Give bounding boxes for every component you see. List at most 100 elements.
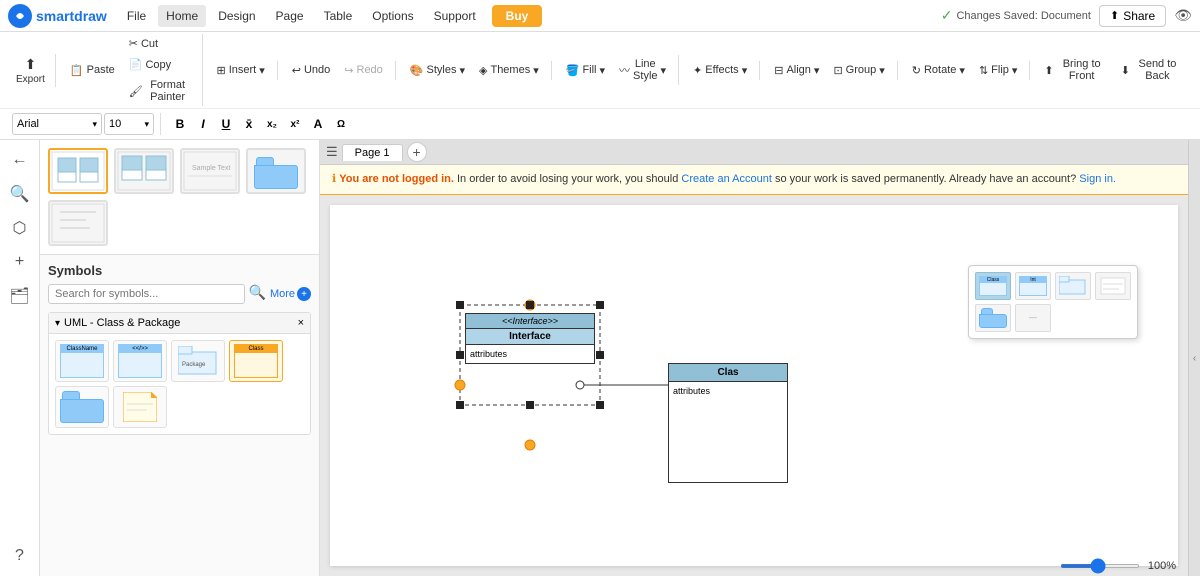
add-button[interactable]: + [4,246,36,278]
redo-icon: ↪ [344,64,353,77]
popup-item-6[interactable]: — [1015,304,1051,332]
thumbnail-5[interactable] [48,200,108,246]
rotate-button[interactable]: ↻ Rotate▾ [906,61,971,80]
bring-to-front-icon: ⬆ [1044,64,1053,77]
font-selector[interactable]: Arial ▾ [12,113,102,135]
ribbon-row2: Arial ▾ 10 ▾ B I U x̄ x₂ x² A Ω [0,109,1200,139]
symbols-search-input[interactable] [48,284,245,304]
group-button[interactable]: ⊡ Group▾ [827,61,890,80]
menu-page[interactable]: Page [268,5,312,27]
svg-text:Sample Text: Sample Text [192,165,230,172]
strikethrough-button[interactable]: x̄ [238,113,260,135]
warning-text2: In order to avoid losing your work, you … [457,173,681,185]
font-size-selector[interactable]: 10 ▾ [104,113,154,135]
thumbnail-3[interactable]: Sample Text [180,148,240,194]
zoom-slider[interactable] [1060,564,1140,568]
fill-button[interactable]: 🪣 Fill▾ [560,61,611,80]
symbol-category-uml: ▾ UML - Class & Package × ClassName [48,312,311,435]
line-style-button[interactable]: 〰 Line Style▾ [613,55,672,85]
special-char-button[interactable]: Ω [330,113,352,135]
thumbnail-1[interactable] [48,148,108,194]
font-color-button[interactable]: A [307,113,329,135]
symbol-interface[interactable]: <<I>> [113,340,167,382]
search-icon[interactable]: 🔍 [249,284,266,304]
preview-button[interactable]: 👁 [1174,7,1192,24]
ribbon-group-effects: ✦ Effects▾ [681,61,760,80]
share-button[interactable]: ⬆ Share [1099,5,1166,27]
symbol-category-header[interactable]: ▾ UML - Class & Package × [49,313,310,334]
underline-button[interactable]: U [215,113,237,135]
menu-home[interactable]: Home [158,5,206,27]
menu-options[interactable]: Options [364,5,421,27]
superscript-button[interactable]: x² [284,113,306,135]
uml-class-element[interactable]: Clas attributes [668,363,788,483]
popup-item-5[interactable] [975,304,1011,332]
class-attributes: attributes [669,382,787,442]
canvas-tab-page1[interactable]: Page 1 [342,144,403,161]
insert-icon: ⊞ [217,64,226,77]
themes-icon: ◈ [479,64,487,77]
back-button[interactable]: ← [4,144,36,176]
popup-item-2[interactable]: Int [1015,272,1051,300]
search-sidebar-button[interactable]: 🔍 [4,178,36,210]
help-button[interactable]: ? [4,540,36,572]
menu-bar: smartdraw File Home Design Page Table Op… [0,0,1200,32]
more-button[interactable]: More + [270,284,311,304]
category-close-icon[interactable]: × [298,317,304,329]
changes-saved-status: ✓ Changes Saved: Document [941,7,1091,24]
export-button[interactable]: ⬆ Export [12,54,49,87]
canvas-surface[interactable]: <<Interface>> Interface attributes Clas … [330,205,1178,567]
panels-area: Sample Text Sy [40,140,320,576]
warning-text3: so your work is saved permanently. Alrea… [775,173,1076,185]
menu-table[interactable]: Table [316,5,361,27]
ribbon-group-font: Arial ▾ 10 ▾ [6,113,161,135]
flip-button[interactable]: ⇅ Flip▾ [973,61,1023,80]
effects-button[interactable]: ✦ Effects▾ [687,61,753,80]
category-chevron-icon: ▾ [55,318,60,329]
cut-icon: ✂ [129,37,138,50]
styles-button[interactable]: 🎨 Styles▾ [404,61,471,80]
copy-button[interactable]: 📄 Copy [123,55,196,74]
popup-item-4[interactable] [1095,272,1131,300]
shapes-button[interactable]: ⬡ [4,212,36,244]
popup-item-1[interactable]: Class [975,272,1011,300]
tab-list-icon[interactable]: ☰ [326,144,338,160]
menu-support[interactable]: Support [426,5,484,27]
align-button[interactable]: ⊟ Align▾ [768,61,825,80]
italic-button[interactable]: I [192,113,214,135]
check-circle-icon: ✓ [941,7,953,24]
symbol-folder[interactable] [55,386,109,428]
format-painter-button[interactable]: 🖌 Format Painter [123,76,196,106]
add-tab-button[interactable]: + [407,142,427,162]
paste-button[interactable]: 📋 Paste [64,61,121,80]
send-to-back-button[interactable]: ⬇ Send to Back [1115,55,1188,85]
insert-button[interactable]: ⊞ Insert ▾ [211,61,271,80]
thumbnail-2[interactable] [114,148,174,194]
symbol-class[interactable]: ClassName [55,340,109,382]
popup-item-3[interactable] [1055,272,1091,300]
create-account-link[interactable]: Create an Account [681,173,772,185]
themes-button[interactable]: ◈ Themes▾ [473,61,545,80]
subscript-button[interactable]: x₂ [261,113,283,135]
bring-to-front-button[interactable]: ⬆ Bring to Front [1038,55,1112,85]
menu-design[interactable]: Design [210,5,263,27]
symbols-panel: Symbols 🔍 More + ▾ UML - Class & Package… [40,255,319,576]
redo-button[interactable]: ↪ Redo [338,61,389,80]
menu-file[interactable]: File [119,5,154,27]
sign-in-link[interactable]: Sign in. [1079,173,1116,185]
undo-button[interactable]: ↩ Undo [286,61,337,80]
right-collapse-handle[interactable]: ‹ [1188,140,1200,576]
main-content: ← 🔍 ⬡ + 🗂 ? [0,140,1200,576]
bold-button[interactable]: B [169,113,191,135]
buy-button[interactable]: Buy [492,5,543,27]
symbol-selected[interactable]: Class [229,340,283,382]
ribbon-group-clipboard: 📋 Paste ✂ Cut 📄 Copy 🖌 Format Painter [58,34,203,106]
more-plus-icon: + [297,287,311,301]
cut-button[interactable]: ✂ Cut [123,34,196,53]
symbol-package[interactable]: Package [171,340,225,382]
uml-interface-element[interactable]: <<Interface>> Interface attributes [465,313,595,364]
thumbnail-4[interactable] [246,148,306,194]
layers-button[interactable]: 🗂 [4,280,36,312]
symbol-note[interactable] [113,386,167,428]
category-name: UML - Class & Package [64,317,180,329]
